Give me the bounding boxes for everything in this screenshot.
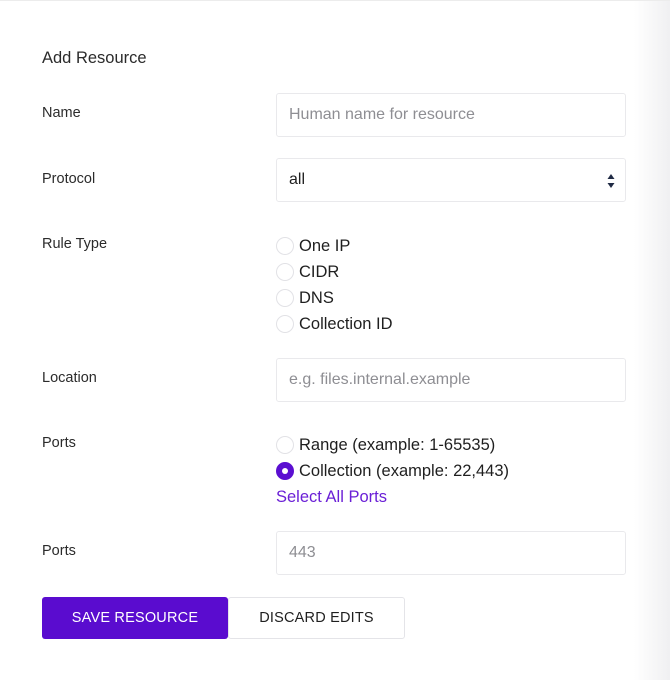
ports-mode-label: Ports xyxy=(42,435,76,451)
radio-label: One IP xyxy=(299,236,351,255)
rule-type-option-cidr[interactable]: CIDR xyxy=(276,262,339,282)
name-input[interactable] xyxy=(276,93,626,137)
form-title: Add Resource xyxy=(42,49,147,67)
location-input[interactable] xyxy=(276,358,626,402)
rule-type-option-one-ip[interactable]: One IP xyxy=(276,236,350,256)
rule-type-label: Rule Type xyxy=(42,236,108,252)
protocol-selected-value: all xyxy=(289,171,306,188)
radio-button-checked[interactable] xyxy=(276,462,294,480)
radio-label: DNS xyxy=(299,288,334,307)
radio-label: CIDR xyxy=(299,262,340,281)
save-resource-button[interactable]: SAVE RESOURCE xyxy=(42,597,228,639)
radio-button[interactable] xyxy=(276,237,294,255)
radio-button[interactable] xyxy=(276,289,294,307)
ports-input[interactable] xyxy=(276,531,626,575)
rule-type-option-collection-id[interactable]: Collection ID xyxy=(276,314,393,334)
radio-button[interactable] xyxy=(276,436,294,454)
radio-label: Range (example: 1-65535) xyxy=(299,435,496,454)
radio-button[interactable] xyxy=(276,263,294,281)
discard-edits-button[interactable]: DISCARD EDITS xyxy=(228,597,405,639)
panel-edge-shadow xyxy=(634,1,670,680)
radio-label: Collection (example: 22,443) xyxy=(299,461,510,480)
protocol-select[interactable]: all xyxy=(276,158,626,202)
add-resource-panel: Add Resource Name Protocol all Rule Type… xyxy=(0,0,670,680)
protocol-label: Protocol xyxy=(42,171,96,187)
rule-type-option-dns[interactable]: DNS xyxy=(276,288,334,308)
location-label: Location xyxy=(42,370,97,386)
radio-button[interactable] xyxy=(276,315,294,333)
select-arrows-icon xyxy=(607,174,615,188)
name-label: Name xyxy=(42,105,81,121)
ports-value-label: Ports xyxy=(42,543,76,559)
radio-label: Collection ID xyxy=(299,314,393,333)
ports-option-range[interactable]: Range (example: 1-65535) xyxy=(276,435,495,455)
select-all-ports-link[interactable]: Select All Ports xyxy=(276,488,387,507)
ports-option-collection[interactable]: Collection (example: 22,443) xyxy=(276,461,509,481)
